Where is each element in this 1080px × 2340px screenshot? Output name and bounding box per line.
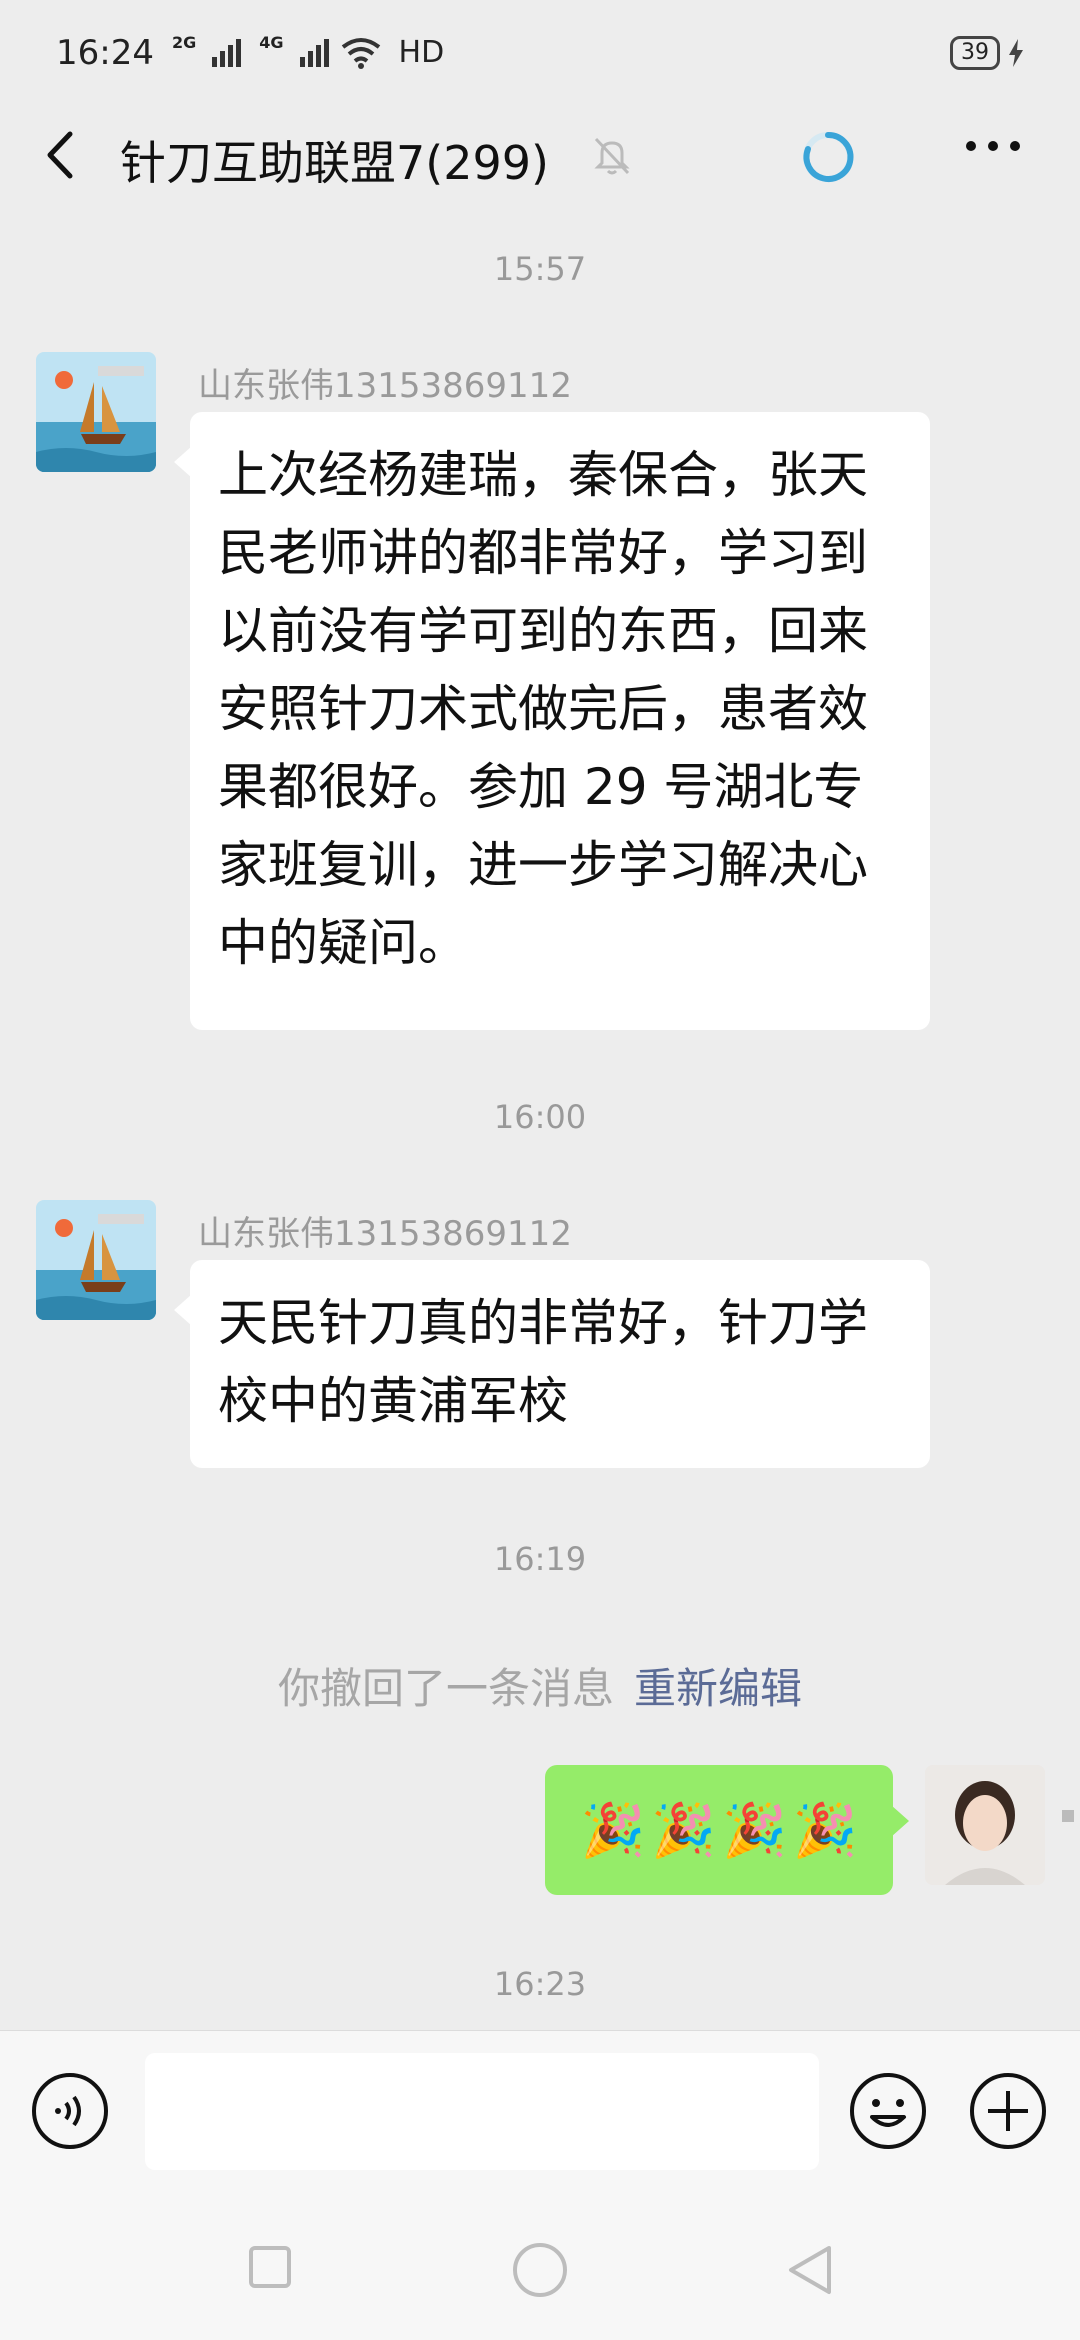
- status-right: 39: [950, 35, 1024, 70]
- avatar-sender[interactable]: [36, 352, 156, 472]
- recall-text: 你撤回了一条消息: [277, 1664, 614, 1713]
- mute-bell-icon: [594, 137, 630, 175]
- my-avatar[interactable]: [925, 1765, 1045, 1885]
- recall-notice: 你撤回了一条消息 重新编辑: [0, 1655, 1080, 1716]
- timestamp: 16:23: [493, 1965, 587, 2003]
- timestamp: 15:57: [493, 250, 587, 288]
- status-dot: [1062, 1810, 1074, 1822]
- sailboat-avatar-icon: [36, 352, 156, 472]
- sailboat-avatar-icon: [36, 1200, 156, 1320]
- recent-apps-icon[interactable]: [248, 2245, 292, 2289]
- network-label-4g: 4G: [259, 33, 284, 52]
- wifi-icon: [341, 37, 380, 69]
- home-icon[interactable]: [512, 2242, 568, 2298]
- sender-name: 山东张伟13153869112: [198, 366, 572, 406]
- system-nav-bar: [0, 2210, 1080, 2340]
- party-popper-icon: 🎉: [580, 1800, 646, 1861]
- party-popper-icon: 🎉: [651, 1800, 716, 1861]
- person-avatar-icon: [925, 1765, 1045, 1885]
- message-text: 天民针刀真的非常好，针刀学校中的黄浦军校: [218, 1294, 868, 1430]
- battery-level: 39: [950, 35, 1000, 70]
- party-popper-icon: 🎉: [722, 1800, 787, 1861]
- status-bar: 16:24 2G 4G HD 39: [0, 0, 1080, 105]
- party-popper-icon: 🎉: [792, 1800, 858, 1861]
- status-time: 16:24: [56, 32, 154, 73]
- message-text: 上次经杨建瑞，秦保合，张天民老师讲的都非常好，学习到以前没有学可到的东西，回来安…: [218, 446, 868, 972]
- back-arrow-icon[interactable]: [40, 130, 80, 180]
- network-label-2g: 2G: [171, 33, 197, 52]
- plus-icon[interactable]: [968, 2071, 1048, 2151]
- chat-header: 针刀互助联盟7(299): [0, 105, 1080, 205]
- timestamp: 16:19: [493, 1540, 587, 1578]
- my-message-bubble[interactable]: 🎉 🎉 🎉 🎉: [545, 1765, 909, 1895]
- signal-icon: [212, 38, 242, 67]
- signal-icon-2: [299, 38, 329, 67]
- input-bar: [0, 2030, 1080, 2211]
- nav-back-icon[interactable]: [785, 2242, 835, 2298]
- status-left: 16:24 2G 4G HD: [56, 33, 444, 73]
- timestamp: 16:00: [493, 1098, 587, 1136]
- chat-title: 针刀互助联盟7(299): [120, 136, 549, 190]
- avatar-sender[interactable]: [36, 1200, 156, 1320]
- re-edit-link[interactable]: 重新编辑: [634, 1664, 802, 1713]
- message-bubble[interactable]: 上次经杨建瑞，秦保合，张天民老师讲的都非常好，学习到以前没有学可到的东西，回来安…: [174, 412, 930, 1030]
- message-bubble[interactable]: 天民针刀真的非常好，针刀学校中的黄浦军校: [174, 1260, 930, 1468]
- emoji-icon[interactable]: [848, 2071, 928, 2151]
- sender-name: 山东张伟13153869112: [198, 1214, 572, 1254]
- loading-spinner-icon: [803, 131, 854, 182]
- charging-icon: [1009, 38, 1023, 67]
- voice-input-icon[interactable]: [30, 2071, 110, 2151]
- message-input[interactable]: [145, 2053, 819, 2170]
- more-options-icon[interactable]: [966, 141, 1020, 151]
- hd-label: HD: [398, 35, 445, 70]
